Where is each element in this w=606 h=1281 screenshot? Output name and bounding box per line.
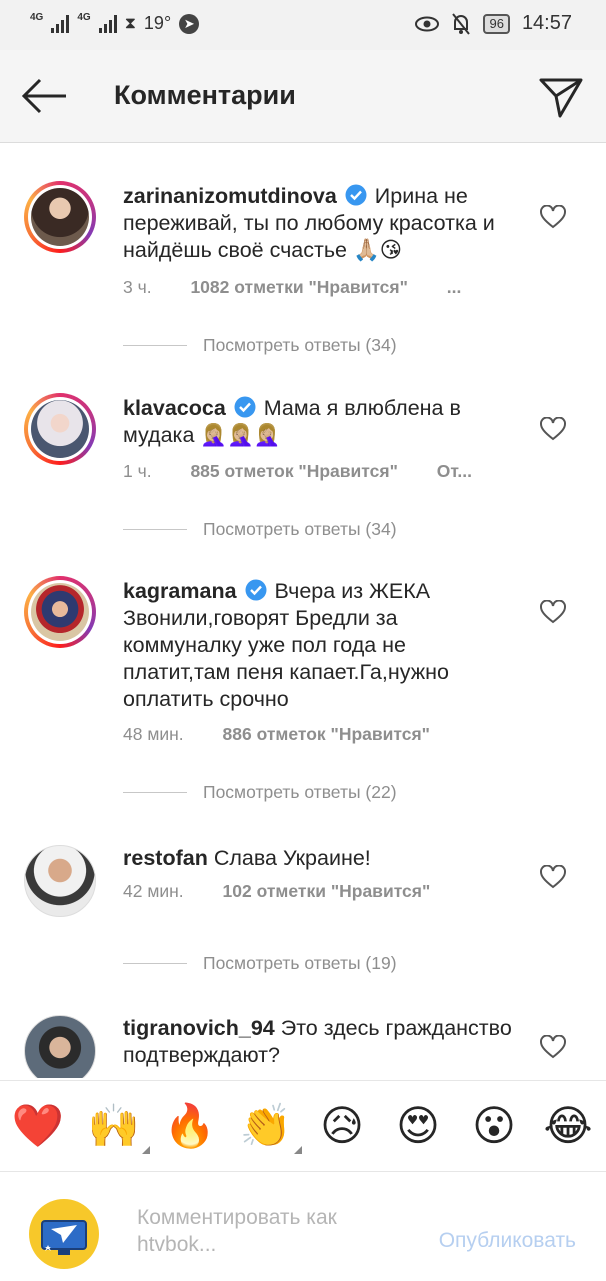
comment-meta: 48 мин. 886 отметок "Нравится" bbox=[123, 724, 430, 745]
comment-username[interactable]: restofan bbox=[123, 846, 208, 870]
emoji-surprised-button[interactable]: 😮 bbox=[466, 1098, 522, 1154]
direct-send-icon[interactable] bbox=[538, 74, 584, 120]
emoji-quick-bar: ❤️ 🙌 🔥 👏 😥 😍 😮 😂 bbox=[0, 1080, 606, 1171]
comment-username[interactable]: klavacoca bbox=[123, 396, 226, 420]
page-title: Комментарии bbox=[114, 80, 296, 110]
emoji-heart-button[interactable]: ❤️ bbox=[10, 1098, 66, 1154]
network-type-1: 4G bbox=[30, 11, 44, 23]
view-replies-label[interactable]: Посмотреть ответы (22) bbox=[203, 782, 397, 803]
comment-meta: 1 ч. 885 отметок "Нравится" От... bbox=[123, 461, 472, 482]
comment-likes[interactable]: 102 отметки "Нравится" bbox=[223, 881, 431, 901]
divider bbox=[123, 963, 187, 964]
avatar[interactable] bbox=[24, 1015, 96, 1078]
comments-list: zarinanizomutdinova Ирина не переживай, … bbox=[0, 143, 606, 1078]
status-bar: 4G 4G ⧗ 19° ➤ 96 14:57 bbox=[0, 0, 606, 50]
comment-more[interactable]: ... bbox=[447, 277, 462, 297]
signal-icon-2 bbox=[98, 14, 117, 33]
status-left: 4G 4G ⧗ 19° ➤ bbox=[30, 11, 200, 34]
monitor-logo-icon bbox=[41, 1220, 87, 1255]
emoji-fire-button[interactable]: 🔥 bbox=[162, 1098, 218, 1154]
view-replies[interactable]: Посмотреть ответы (34) bbox=[123, 335, 397, 356]
comment-likes[interactable]: 886 отметок "Нравится" bbox=[223, 724, 430, 744]
divider bbox=[123, 792, 187, 793]
comment-username[interactable]: tigranovich_94 bbox=[123, 1016, 275, 1040]
heart-icon[interactable] bbox=[540, 600, 566, 624]
temperature: 19° bbox=[143, 13, 172, 33]
comment-input[interactable]: Комментировать как htvbok... bbox=[137, 1204, 397, 1258]
verified-badge-icon bbox=[234, 396, 256, 418]
skin-tone-indicator-icon bbox=[294, 1146, 302, 1154]
arrow-left-icon[interactable] bbox=[20, 76, 70, 116]
comment-likes[interactable]: 1082 отметки "Нравится" bbox=[190, 277, 407, 297]
view-replies-label[interactable]: Посмотреть ответы (34) bbox=[203, 519, 397, 540]
clock: 14:57 bbox=[521, 12, 572, 34]
divider bbox=[123, 345, 187, 346]
avatar[interactable] bbox=[24, 181, 96, 253]
signal-icon bbox=[51, 14, 70, 33]
skin-tone-indicator-icon bbox=[142, 1146, 150, 1154]
eye-icon bbox=[415, 16, 440, 31]
publish-button[interactable]: Опубликовать bbox=[439, 1229, 576, 1253]
header: Комментарии bbox=[0, 50, 606, 143]
comment-time: 3 ч. bbox=[123, 277, 152, 297]
view-replies-label[interactable]: Посмотреть ответы (19) bbox=[203, 953, 397, 974]
hourglass-icon: ⧗ bbox=[124, 14, 136, 32]
heart-icon[interactable] bbox=[540, 205, 566, 229]
emoji-heart-eyes-button[interactable]: 😍 bbox=[390, 1098, 446, 1154]
heart-icon[interactable] bbox=[540, 865, 566, 889]
divider bbox=[123, 529, 187, 530]
view-replies[interactable]: Посмотреть ответы (34) bbox=[123, 519, 397, 540]
heart-icon[interactable] bbox=[540, 417, 566, 441]
my-avatar bbox=[29, 1199, 99, 1269]
status-right: 96 14:57 bbox=[415, 12, 572, 35]
emoji-sad-button[interactable]: 😥 bbox=[314, 1098, 370, 1154]
avatar[interactable] bbox=[24, 576, 96, 648]
view-replies[interactable]: Посмотреть ответы (19) bbox=[123, 953, 397, 974]
emoji-raising-hands-button[interactable]: 🙌 bbox=[86, 1098, 150, 1154]
navigation-icon: ➤ bbox=[179, 13, 200, 34]
mute-bell-icon bbox=[452, 12, 471, 35]
verified-badge-icon bbox=[345, 184, 367, 206]
emoji-laughing-button[interactable]: 😂 bbox=[540, 1098, 596, 1154]
comment-likes[interactable]: 885 отметок "Нравится" bbox=[190, 461, 397, 481]
verified-badge-icon bbox=[245, 579, 267, 601]
comment-time: 42 мин. bbox=[123, 881, 184, 901]
battery-icon: 96 bbox=[483, 13, 510, 34]
heart-icon[interactable] bbox=[540, 1035, 566, 1059]
emoji-clapping-button[interactable]: 👏 bbox=[238, 1098, 302, 1154]
comment-username[interactable]: kagramana bbox=[123, 579, 237, 603]
emoji-raising-hands-label: 🙌 bbox=[87, 1102, 141, 1149]
view-replies-label[interactable]: Посмотреть ответы (34) bbox=[203, 335, 397, 356]
comment-text: Слава Украине! bbox=[213, 846, 371, 870]
emoji-clapping-label: 👏 bbox=[239, 1102, 293, 1149]
comment-time: 1 ч. bbox=[123, 461, 152, 481]
comment-input-bar: Комментировать как htvbok... Опубликоват… bbox=[0, 1171, 606, 1281]
avatar[interactable] bbox=[24, 393, 96, 465]
comment-time: 48 мин. bbox=[123, 724, 184, 744]
network-type-2: 4G bbox=[77, 11, 91, 23]
comment-reply[interactable]: От... bbox=[437, 461, 472, 481]
comment-meta: 42 мин. 102 отметки "Нравится" bbox=[123, 881, 430, 902]
view-replies[interactable]: Посмотреть ответы (22) bbox=[123, 782, 397, 803]
comment-meta: 3 ч. 1082 отметки "Нравится" ... bbox=[123, 277, 461, 298]
comment-username[interactable]: zarinanizomutdinova bbox=[123, 184, 337, 208]
avatar[interactable] bbox=[24, 845, 96, 917]
